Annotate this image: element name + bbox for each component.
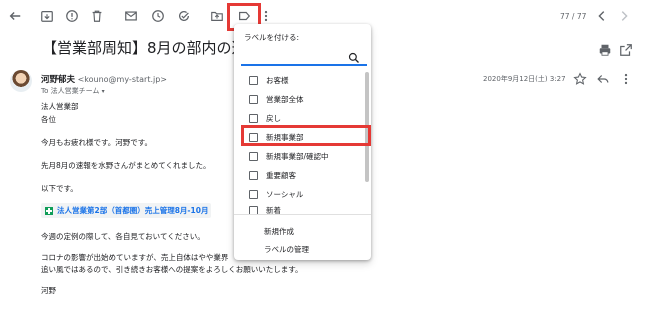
- label-highlight: [241, 125, 371, 146]
- sender-email: <kouno@my-start.jp>: [77, 75, 167, 84]
- search-icon[interactable]: [348, 49, 360, 63]
- sender-name: 河野郁夫: [41, 75, 76, 85]
- newer-chevron-icon[interactable]: [593, 7, 611, 25]
- checkbox[interactable]: [249, 94, 258, 104]
- recipient-text: To 法人営業チーム: [41, 87, 100, 95]
- body-line: 今週の定例の際して、各自見ておいてください。: [41, 232, 205, 241]
- body-line: 追い風ではあるので、引き続きお客様への提案をよろしくお願いいたします。: [41, 265, 303, 274]
- checkbox[interactable]: [249, 170, 258, 180]
- create-label-action[interactable]: 新規作成: [264, 226, 294, 237]
- print-icon[interactable]: [596, 41, 614, 59]
- label-menu-title: ラベルを付ける:: [244, 33, 300, 42]
- reply-icon[interactable]: [594, 70, 612, 88]
- recipient-line[interactable]: To 法人営業チーム ▾: [41, 86, 105, 96]
- checkbox[interactable]: [249, 75, 258, 85]
- sheets-icon: [45, 206, 53, 215]
- label-option[interactable]: 営業部全体: [249, 91, 304, 107]
- body-line: 法人営業部: [41, 102, 79, 111]
- report-spam-icon[interactable]: [63, 7, 81, 25]
- delete-icon[interactable]: [88, 7, 106, 25]
- label-option[interactable]: お客様: [249, 72, 289, 88]
- attachment-chip-label: 法人営業第2部（首都圏）売上管理8月-10月: [57, 206, 209, 215]
- checkbox[interactable]: [249, 189, 258, 199]
- body-line: 今月もお疲れ様です。河野です。: [41, 138, 152, 147]
- back-arrow-icon[interactable]: [6, 7, 24, 25]
- chevron-down-icon: ▾: [101, 88, 105, 95]
- open-new-window-icon[interactable]: [617, 41, 635, 59]
- divider: [234, 214, 371, 215]
- manage-labels-action[interactable]: ラベルの管理: [264, 244, 309, 255]
- more-vert-icon[interactable]: [257, 7, 275, 25]
- archive-icon[interactable]: [38, 7, 56, 25]
- body-line: 先月8月の速報を水野さんがまとめてくれました。: [41, 161, 211, 170]
- move-to-icon[interactable]: [208, 7, 226, 25]
- attachment-chip[interactable]: 法人営業第2部（首都圏）売上管理8月-10月: [41, 203, 211, 218]
- label-search-input[interactable]: [241, 64, 367, 66]
- checkbox[interactable]: [249, 151, 258, 161]
- star-icon[interactable]: [571, 70, 589, 88]
- label-option[interactable]: 重要顧客: [249, 167, 296, 183]
- more-vert-icon[interactable]: [617, 70, 635, 88]
- older-chevron-icon[interactable]: [615, 7, 633, 25]
- body-line: 河野: [41, 286, 56, 295]
- body-line: コロナの影響が出始めていますが、売上自体はやや業界: [41, 253, 229, 262]
- email-date: 2020年9月12日(土) 3:27: [483, 75, 566, 83]
- sender-line: 河野郁夫 <kouno@my-start.jp>: [41, 73, 167, 85]
- label-icon[interactable]: [235, 7, 253, 25]
- body-line: 各位: [41, 115, 56, 124]
- checkbox[interactable]: [249, 113, 258, 123]
- snooze-icon[interactable]: [149, 7, 167, 25]
- label-option[interactable]: ソーシャル: [249, 186, 303, 202]
- page-indicator: 77 / 77: [560, 12, 587, 21]
- avatar: [10, 70, 32, 92]
- body-line: 以下です。: [41, 184, 78, 193]
- add-task-icon[interactable]: [175, 7, 193, 25]
- label-option[interactable]: 戻し: [249, 110, 281, 126]
- mark-unread-icon[interactable]: [122, 7, 140, 25]
- label-option[interactable]: 新規事業部/確認中: [249, 148, 329, 164]
